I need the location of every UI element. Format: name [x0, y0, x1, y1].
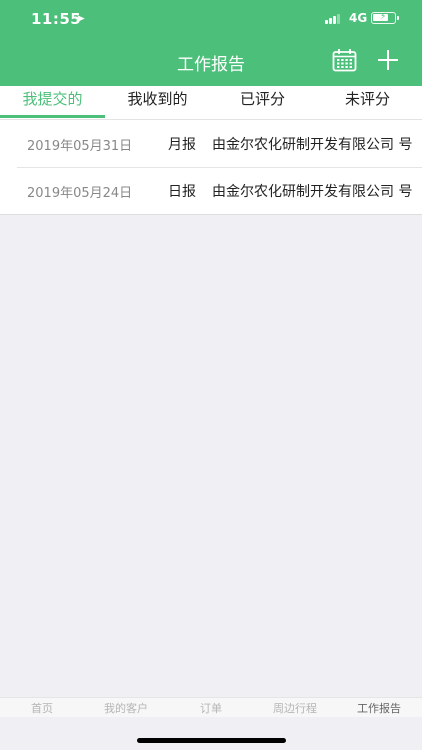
network-type: 4G: [349, 11, 368, 25]
status-time: 11:55: [31, 10, 82, 28]
report-type: 月报: [168, 137, 196, 153]
bottom-tab-bar: 首页 我的客户 订单 周边行程 工作报告: [0, 697, 422, 717]
report-company: 由金尔农化研制开发有限公司 号: [212, 184, 413, 200]
tabbar-item-customers[interactable]: 我的客户: [102, 700, 150, 716]
location-arrow-icon: ➤: [76, 12, 86, 25]
page-title: 工作报告: [177, 55, 245, 75]
tab-scored[interactable]: 已评分: [210, 86, 315, 120]
tabbar-item-work-report[interactable]: 工作报告: [355, 700, 403, 716]
signal-icon: [325, 13, 343, 24]
tab-received[interactable]: 我收到的: [105, 86, 210, 120]
report-company: 由金尔农化研制开发有限公司 号: [212, 137, 413, 153]
list-item[interactable]: 2019年05月24日 日报 由金尔农化研制开发有限公司 号: [0, 167, 422, 214]
list-item[interactable]: 2019年05月31日 月报 由金尔农化研制开发有限公司 号: [0, 120, 422, 167]
calendar-icon[interactable]: [332, 48, 357, 72]
report-date: 2019年05月31日: [27, 139, 133, 154]
battery-icon: ⚡: [371, 12, 399, 24]
tab-unscored[interactable]: 未评分: [315, 86, 420, 120]
active-tab-indicator: [0, 115, 105, 118]
report-list: 2019年05月31日 月报 由金尔农化研制开发有限公司 号 2019年05月2…: [0, 120, 422, 215]
report-type: 日报: [168, 184, 196, 200]
app-header: 11:55 ➤ 4G ⚡ 工作报告: [0, 0, 422, 86]
charging-bolt-icon: ⚡: [380, 12, 387, 22]
status-bar: 11:55 ➤ 4G ⚡: [0, 0, 422, 38]
tabbar-item-orders[interactable]: 订单: [199, 700, 223, 716]
home-indicator: [137, 738, 286, 743]
report-date: 2019年05月24日: [27, 186, 133, 201]
tabbar-item-nearby-trips[interactable]: 周边行程: [271, 700, 319, 716]
plus-icon[interactable]: [376, 48, 400, 72]
tabbar-item-home[interactable]: 首页: [30, 700, 54, 716]
